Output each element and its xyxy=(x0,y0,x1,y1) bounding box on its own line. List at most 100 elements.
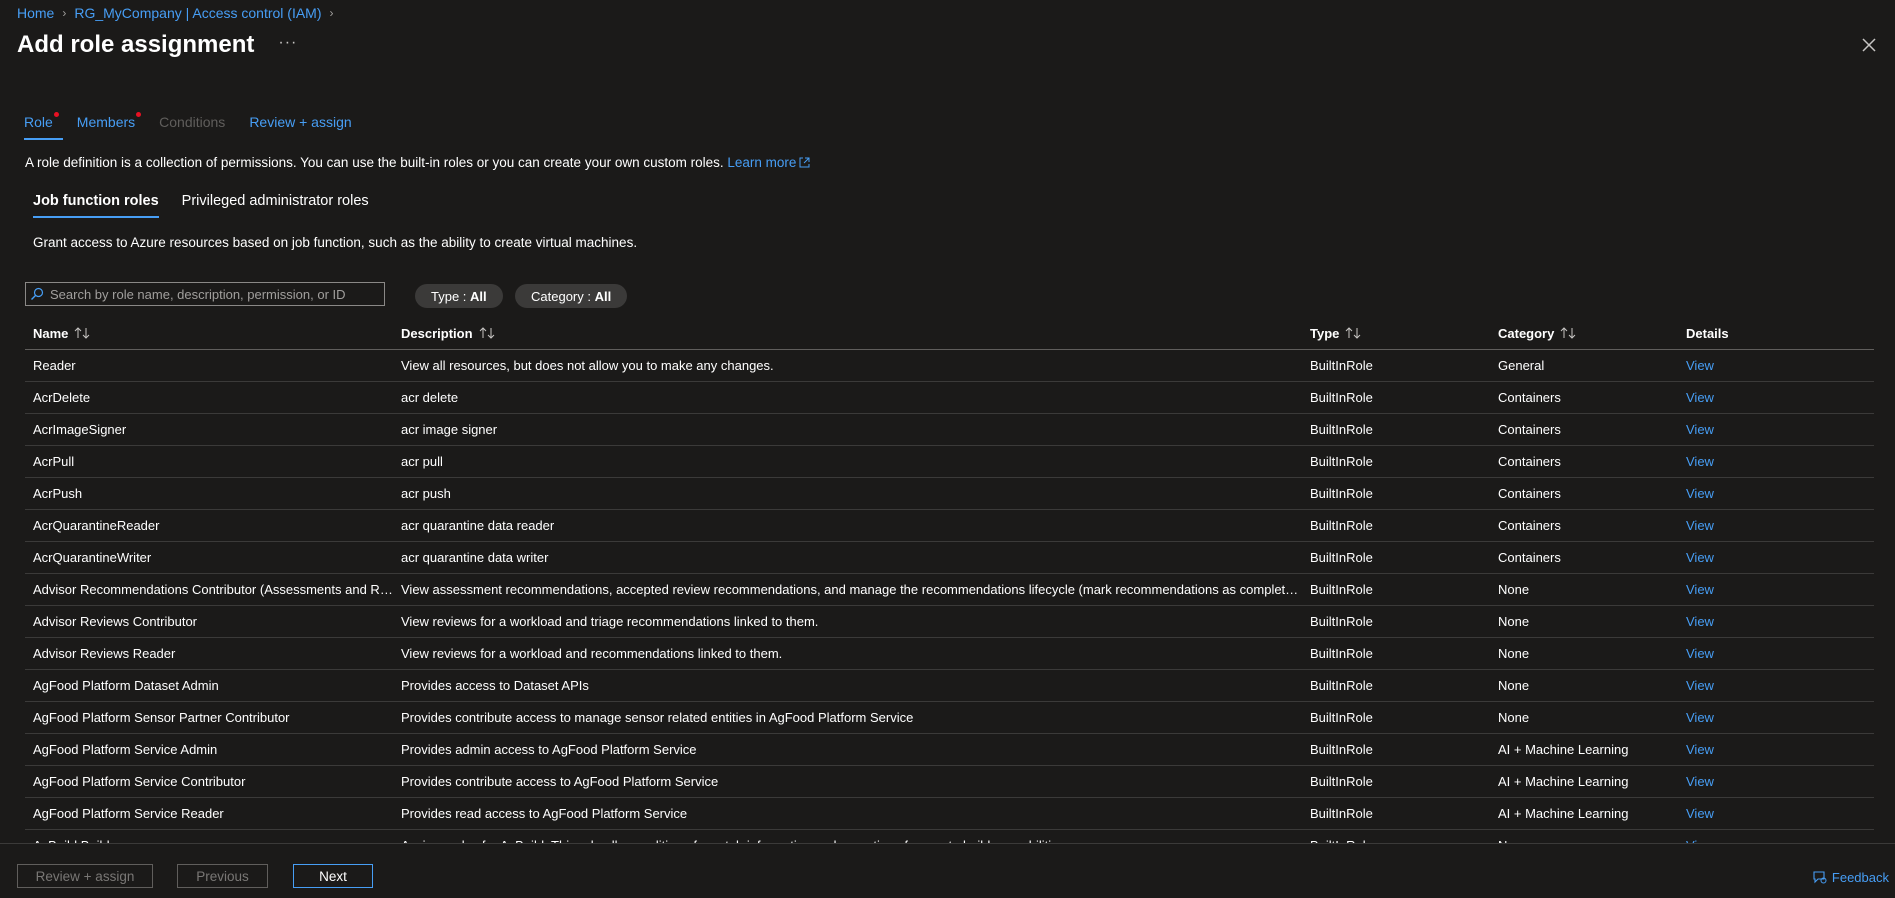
role-category: Containers xyxy=(1498,454,1561,469)
tab-job-function-roles[interactable]: Job function roles xyxy=(33,193,159,218)
details-cell: View xyxy=(1686,734,1766,766)
role-description: acr quarantine data reader xyxy=(401,518,555,533)
role-name: Advisor Recommendations Contributor (Ass… xyxy=(33,582,393,597)
role-description: acr pull xyxy=(401,454,443,469)
previous-button[interactable]: Previous xyxy=(177,864,268,888)
role-category: AI + Machine Learning xyxy=(1498,742,1629,757)
role-description: Provides admin access to AgFood Platform… xyxy=(401,742,697,757)
role-category: None xyxy=(1498,678,1530,693)
view-details-link[interactable]: View xyxy=(1686,358,1714,373)
tab-review-assign[interactable]: Review + assign xyxy=(249,114,351,140)
breadcrumb: Home › RG_MyCompany | Access control (IA… xyxy=(17,5,334,21)
column-header-description[interactable]: Description xyxy=(401,318,1301,350)
role-description: acr delete xyxy=(401,390,459,405)
role-type: BuiltInRole xyxy=(1310,390,1373,405)
table-row[interactable]: AgFood Platform Service Admin Provides ad… xyxy=(25,734,1874,766)
column-header-type-label: Type xyxy=(1310,326,1340,341)
role-name: AcrDelete xyxy=(33,390,91,405)
required-indicator xyxy=(53,112,59,117)
wizard-tabs: Role Members Conditions Review + assign xyxy=(24,112,376,140)
column-header-name[interactable]: Name xyxy=(33,318,393,350)
feedback-button[interactable]: Feedback xyxy=(1812,869,1889,885)
role-name: AgFood Platform Dataset Admin xyxy=(33,678,219,693)
view-details-link[interactable]: View xyxy=(1686,582,1714,597)
table-header: Name Description Type Category Details xyxy=(25,318,1874,350)
view-details-link[interactable]: View xyxy=(1686,774,1714,789)
sort-icon xyxy=(1346,327,1361,339)
role-type: BuiltInRole xyxy=(1310,646,1373,661)
category-filter-label: Category : xyxy=(531,288,591,304)
tab-review-assign-label: Review + assign xyxy=(249,114,352,130)
table-row[interactable]: AcrDelete acr delete BuiltInRole Containers… xyxy=(25,382,1874,414)
category-filter-button[interactable]: Category : All xyxy=(515,284,628,308)
role-type: BuiltInRole xyxy=(1310,550,1373,565)
feedback-label: Feedback xyxy=(1831,869,1889,885)
role-name: Advisor Reviews Contributor xyxy=(33,614,198,629)
feedback-icon xyxy=(1813,871,1827,884)
view-details-link[interactable]: View xyxy=(1686,646,1714,661)
details-cell: View xyxy=(1686,638,1766,670)
role-description: View assessment recommendations, accepte… xyxy=(401,582,1301,597)
column-header-type[interactable]: Type xyxy=(1310,318,1490,350)
type-filter-button[interactable]: Type : All xyxy=(415,284,503,308)
category-filter-value: All xyxy=(594,288,612,304)
type-filter-label: Type : xyxy=(431,288,467,304)
table-row[interactable]: AgFood Platform Service Reader Provides r… xyxy=(25,798,1874,830)
tab-members[interactable]: Members xyxy=(77,112,142,140)
view-details-link[interactable]: View xyxy=(1686,550,1714,565)
details-cell: View xyxy=(1686,478,1766,510)
role-description: acr image signer xyxy=(401,422,498,437)
details-cell: View xyxy=(1686,350,1766,382)
table-row[interactable]: Advisor Reviews Contributor View reviews … xyxy=(25,606,1874,638)
details-cell: View xyxy=(1686,670,1766,702)
role-type: BuiltInRole xyxy=(1310,742,1373,757)
details-cell: View xyxy=(1686,766,1766,798)
column-header-name-label: Name xyxy=(33,326,69,341)
table-row[interactable]: AcrQuarantineReader acr quarantine data r… xyxy=(25,510,1874,542)
external-link-icon xyxy=(799,157,810,168)
view-details-link[interactable]: View xyxy=(1686,614,1714,629)
next-button[interactable]: Next xyxy=(293,864,373,888)
table-row[interactable]: AgFood Platform Sensor Partner Contribut… xyxy=(25,702,1874,734)
close-icon[interactable] xyxy=(1858,34,1880,56)
view-details-link[interactable]: View xyxy=(1686,742,1714,757)
search-icon xyxy=(31,287,44,300)
search-box[interactable] xyxy=(25,282,385,306)
learn-more-link[interactable]: Learn more xyxy=(727,155,810,170)
table-row[interactable]: AgFood Platform Service Contributor Provi… xyxy=(25,766,1874,798)
table-row[interactable]: Reader View all resources, but does not a… xyxy=(25,350,1874,382)
table-row[interactable]: Advisor Recommendations Contributor (Ass… xyxy=(25,574,1874,606)
breadcrumb-resource-group[interactable]: RG_MyCompany | Access control (IAM) xyxy=(74,5,321,21)
table-row[interactable]: AgFood Platform Dataset Admin Provides ac… xyxy=(25,670,1874,702)
table-row[interactable]: AcrImageSigner acr image signer BuiltInRol… xyxy=(25,414,1874,446)
role-category: Containers xyxy=(1498,486,1561,501)
tab-conditions[interactable]: Conditions xyxy=(159,114,225,140)
view-details-link[interactable]: View xyxy=(1686,454,1714,469)
view-details-link[interactable]: View xyxy=(1686,422,1714,437)
column-header-category[interactable]: Category xyxy=(1498,318,1678,350)
role-category: None xyxy=(1498,710,1530,725)
role-category: Containers xyxy=(1498,518,1561,533)
table-row[interactable]: AcrPull acr pull BuiltInRole Containers View xyxy=(25,446,1874,478)
role-category: None xyxy=(1498,582,1530,597)
table-row[interactable]: Advisor Reviews Reader View reviews for a… xyxy=(25,638,1874,670)
view-details-link[interactable]: View xyxy=(1686,678,1714,693)
search-input[interactable] xyxy=(50,286,370,302)
role-type: BuiltInRole xyxy=(1310,486,1373,501)
view-details-link[interactable]: View xyxy=(1686,390,1714,405)
view-details-link[interactable]: View xyxy=(1686,518,1714,533)
details-cell: View xyxy=(1686,574,1766,606)
view-details-link[interactable]: View xyxy=(1686,806,1714,821)
view-details-link[interactable]: View xyxy=(1686,710,1714,725)
tab-privileged-administrator-roles[interactable]: Privileged administrator roles xyxy=(182,193,369,218)
role-description: Provides read access to AgFood Platform … xyxy=(401,806,688,821)
column-header-details: Details xyxy=(1686,326,1729,341)
role-category: General xyxy=(1498,358,1545,373)
breadcrumb-home[interactable]: Home xyxy=(17,5,54,21)
view-details-link[interactable]: View xyxy=(1686,486,1714,501)
tab-role[interactable]: Role xyxy=(24,112,63,140)
table-row[interactable]: AcrPush acr push BuiltInRole Containers View xyxy=(25,478,1874,510)
table-row[interactable]: AcrQuarantineWriter acr quarantine data w… xyxy=(25,542,1874,574)
more-options-icon[interactable]: ··· xyxy=(278,34,297,52)
review-assign-button[interactable]: Review + assign xyxy=(17,864,153,888)
